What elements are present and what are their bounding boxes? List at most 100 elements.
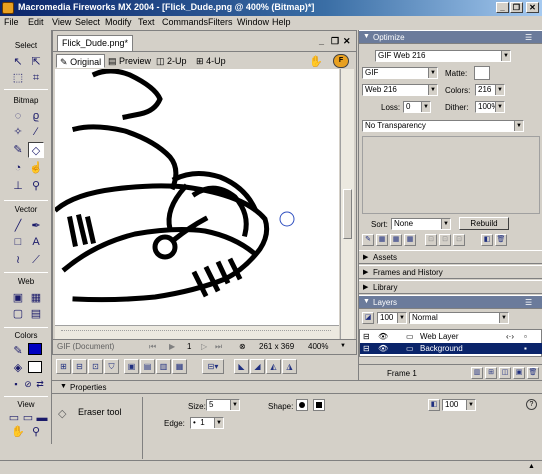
fireworks-menu-icon[interactable]: F (333, 54, 349, 68)
crop-tool-icon[interactable]: ⌗ (28, 70, 44, 86)
subselection-tool-icon[interactable]: ⇱ (28, 54, 44, 70)
bring-to-front-icon[interactable]: ▣ (124, 359, 139, 374)
tab-2up[interactable]: ◫ 2-Up (153, 54, 190, 68)
eye-icon[interactable]: 👁 (378, 331, 388, 342)
document-canvas[interactable] (55, 69, 339, 339)
magic-wand-tool-icon[interactable]: ✧ (10, 124, 26, 140)
menu-view[interactable]: View (52, 17, 71, 27)
next-frame-icon[interactable]: ▷ (201, 342, 207, 351)
close-button[interactable]: ✕ (526, 2, 539, 13)
properties-header[interactable]: ▼ Properties (52, 381, 542, 394)
group-icon[interactable]: ⊞ (56, 359, 71, 374)
new-bitmap-image-icon[interactable]: ▣ (513, 367, 525, 379)
marquee-tool-icon[interactable]: ◌ (10, 108, 26, 124)
menu-edit[interactable]: Edit (28, 17, 44, 27)
show-slices-icon[interactable]: ▤ (28, 306, 44, 322)
edge-input[interactable]: • 1 ▼ (190, 417, 224, 429)
optimize-panel-header[interactable]: ▼ Optimize ☰ (359, 30, 542, 44)
tab-original[interactable]: ✎ Original (56, 54, 106, 68)
first-frame-icon[interactable]: ⏮ (149, 342, 156, 352)
document-tab[interactable]: Flick_Dude.png* (57, 35, 134, 51)
layer-link-icon[interactable]: ‹·› (506, 331, 514, 342)
menu-filters[interactable]: Filters (208, 17, 233, 27)
eye-icon[interactable]: 👁 (378, 343, 388, 354)
zoom-level[interactable]: 400% (308, 342, 328, 351)
hand-tool-icon[interactable]: ✋ (10, 424, 26, 440)
rubber-stamp-tool-icon[interactable]: ⊥ (10, 178, 26, 194)
vertical-scrollbar[interactable] (340, 69, 354, 339)
matte-color-swatch[interactable] (474, 66, 490, 80)
vertical-scroll-thumb[interactable] (343, 189, 352, 239)
smudge-tool-icon[interactable]: ☝ (28, 160, 44, 176)
transparent-color-icon[interactable]: ▦ (376, 234, 388, 246)
play-icon[interactable]: ▶ (169, 342, 175, 351)
quick-export-icon[interactable]: ✋ (309, 55, 323, 68)
fill-color-swatch[interactable] (28, 361, 42, 373)
document-dimensions[interactable]: 261 x 369 (259, 342, 294, 351)
pointer-tool-icon[interactable]: ↖ (10, 54, 26, 70)
stroke-color-icon[interactable]: ✎ (10, 343, 26, 359)
blend-mode-select[interactable]: Normal ▼ (409, 312, 509, 324)
library-panel-header[interactable]: ▶ Library (359, 280, 542, 294)
zoom-dropdown-icon[interactable]: ▼ (340, 343, 346, 349)
menu-text[interactable]: Text (138, 17, 155, 27)
restore-button[interactable]: ❐ (510, 2, 523, 13)
expand-layer-icon[interactable]: ⊟ (363, 331, 370, 342)
tab-preview[interactable]: ▤ Preview (105, 54, 154, 68)
horizontal-scrollbar[interactable] (55, 325, 339, 339)
remove-transparency-icon[interactable]: ▦ (404, 234, 416, 246)
new-sub-layer-icon[interactable]: ▥ (471, 367, 483, 379)
blur-tool-icon[interactable]: ◔ (10, 160, 26, 176)
add-transparency-icon[interactable]: ▦ (390, 234, 402, 246)
menu-file[interactable]: File (4, 17, 19, 27)
snap-color-icon[interactable]: ⊡ (439, 234, 451, 246)
rectangle-tool-icon[interactable]: □ (10, 234, 26, 250)
layer-row[interactable]: ⊟ 👁 ▭ Web Layer ‹·› ▫ (360, 331, 542, 342)
lock-color-icon[interactable]: ⊡ (425, 234, 437, 246)
optimize-settings-select[interactable]: GIF Web 216 ▼ (375, 50, 511, 62)
loss-input[interactable]: 0 ▼ (403, 101, 431, 113)
square-shape-button[interactable] (313, 399, 325, 411)
hotspot-tool-icon[interactable]: ▣ (10, 290, 26, 306)
layer-row-selected[interactable]: ⊟ 👁 ▭ Background ▪ (360, 343, 542, 354)
expand-layer-icon[interactable]: ⊟ (363, 343, 370, 354)
menu-select[interactable]: Select (75, 17, 100, 27)
layer-name[interactable]: Web Layer (420, 331, 459, 342)
help-icon[interactable]: ? (526, 399, 537, 410)
size-input[interactable]: 5 ▼ (206, 399, 240, 411)
scale-tool-icon[interactable]: ⬚ (10, 70, 26, 86)
frame-label[interactable]: Frame 1 (387, 369, 417, 378)
swap-colors-icon[interactable]: ⇄ (32, 376, 48, 392)
fill-color-icon[interactable]: ◈ (10, 360, 26, 376)
layer-opacity-input[interactable]: 100 ▼ (377, 312, 407, 324)
fireworks-app-icon[interactable] (2, 2, 14, 14)
layers-panel-header[interactable]: ▼ Layers ☰ (359, 295, 542, 309)
rotate-cw-icon[interactable]: ◢ (250, 359, 265, 374)
frames-history-panel-header[interactable]: ▶ Frames and History (359, 265, 542, 279)
dither-input[interactable]: 100% ▼ (475, 101, 505, 113)
delete-layer-icon[interactable]: 🗑 (527, 367, 539, 379)
brush-tool-icon[interactable]: ∕ (28, 124, 44, 140)
join-icon[interactable]: ⊡ (88, 359, 103, 374)
edit-color-icon[interactable]: ✎ (362, 234, 374, 246)
eraser-tool-icon[interactable]: ◇ (28, 142, 44, 158)
knife-tool-icon[interactable]: ⟋ (28, 252, 44, 268)
round-shape-button[interactable] (296, 399, 308, 411)
color-table[interactable] (362, 136, 540, 214)
delete-color-icon[interactable]: 🗑 (495, 234, 507, 246)
add-color-icon[interactable]: ⊡ (453, 234, 465, 246)
menu-commands[interactable]: Commands (162, 17, 208, 27)
panel-options-icon[interactable]: ☰ (525, 298, 532, 307)
lasso-tool-icon[interactable]: ϱ (28, 108, 44, 124)
flip-horizontal-icon[interactable]: ◭ (266, 359, 281, 374)
pencil-tool-icon[interactable]: ✎ (10, 142, 26, 158)
transparency-select[interactable]: No Transparency ▼ (362, 120, 524, 132)
eraser-opacity-input[interactable]: 100 ▼ (442, 399, 476, 411)
align-menu-icon[interactable]: ⊟▾ (202, 359, 224, 374)
colors-select[interactable]: 216 ▼ (475, 84, 505, 96)
assets-panel-header[interactable]: ▶ Assets (359, 250, 542, 264)
layer-lock-icon[interactable]: ▫ (524, 331, 527, 342)
add-mask-icon[interactable]: ◫ (499, 367, 511, 379)
sort-select[interactable]: None ▼ (391, 218, 451, 230)
flip-vertical-icon[interactable]: ◮ (282, 359, 297, 374)
